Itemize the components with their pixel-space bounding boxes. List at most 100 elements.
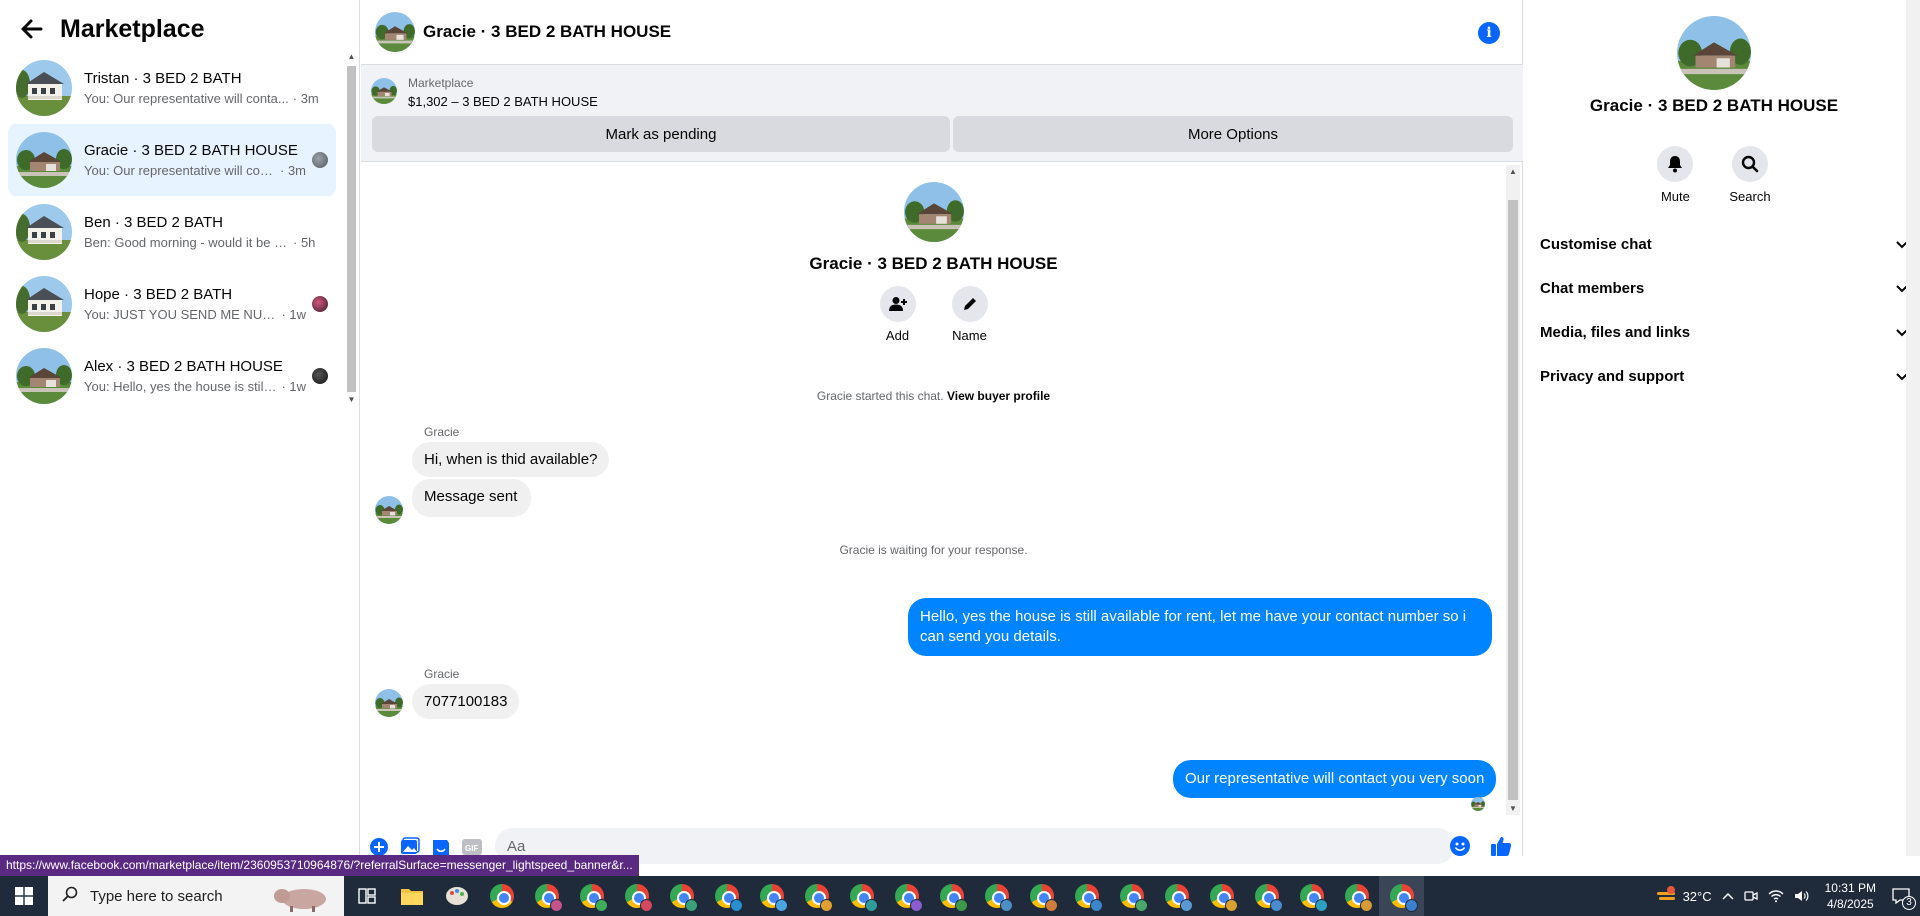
- scrollbar-thumb[interactable]: [347, 66, 356, 392]
- conversation-item[interactable]: Alex · 3 BED 2 BATH HOUSE You: Hello, ye…: [8, 340, 336, 412]
- chrome-profile-icon[interactable]: [659, 876, 704, 916]
- chrome-profile-icon[interactable]: [704, 876, 749, 916]
- scroll-down-arrow-icon[interactable]: ▼: [347, 395, 356, 404]
- weather-widget[interactable]: 32°C: [1650, 885, 1717, 907]
- paint-app-icon[interactable]: [434, 876, 479, 916]
- view-buyer-profile-link[interactable]: View buyer profile: [947, 389, 1050, 403]
- section-customise-chat[interactable]: Customise chat: [1540, 222, 1908, 266]
- chrome-profile-icon[interactable]: [884, 876, 929, 916]
- chrome-profile-icon[interactable]: [1334, 876, 1379, 916]
- conversation-time: · 1w: [281, 307, 306, 322]
- svg-text:GIF: GIF: [465, 844, 478, 853]
- details-sections: Customise chat Chat members Media, files…: [1540, 222, 1908, 398]
- conversation-sidebar: Marketplace Tristan · 3 BED 2 BATH You: …: [0, 0, 360, 856]
- scroll-down-arrow-icon[interactable]: ▼: [1508, 804, 1518, 813]
- gif-icon[interactable]: GIF: [462, 837, 482, 857]
- outgoing-message[interactable]: Our representative will contact you very…: [1173, 760, 1497, 798]
- chat-details-panel: Gracie · 3 BED 2 BATH HOUSE Mute Search …: [1524, 0, 1920, 856]
- chrome-profile-icon[interactable]: [1019, 876, 1064, 916]
- add-people-button[interactable]: Add: [879, 286, 916, 343]
- clock-time: 10:31 PM: [1824, 881, 1876, 895]
- listing-thumbnail: [16, 60, 72, 116]
- sticker-icon[interactable]: [431, 837, 451, 857]
- plus-circle-icon[interactable]: [369, 837, 389, 857]
- chrome-profile-icon[interactable]: [524, 876, 569, 916]
- scroll-up-arrow-icon[interactable]: ▲: [1508, 167, 1518, 176]
- section-media-files-links[interactable]: Media, files and links: [1540, 310, 1908, 354]
- chrome-profile-icon-active[interactable]: [1379, 876, 1424, 916]
- chrome-profile-icon[interactable]: [839, 876, 884, 916]
- volume-icon[interactable]: [1789, 889, 1815, 903]
- meet-now-icon[interactable]: [1739, 889, 1763, 903]
- search-label: Search: [1729, 189, 1771, 204]
- taskbar-clock[interactable]: 10:31 PM 4/8/2025: [1815, 880, 1886, 912]
- conversation-item[interactable]: Ben · 3 BED 2 BATH Ben: Good morning - w…: [8, 196, 336, 268]
- chrome-profile-icon[interactable]: [794, 876, 839, 916]
- chrome-profile-icon[interactable]: [974, 876, 1019, 916]
- taskbar-search[interactable]: Type here to search: [48, 876, 344, 916]
- notifications-icon[interactable]: 3: [1886, 888, 1920, 910]
- info-icon[interactable]: i: [1478, 22, 1500, 44]
- chevron-up-icon[interactable]: [1717, 892, 1739, 900]
- conversation-item[interactable]: Hope · 3 BED 2 BATH You: JUST YOU SEND M…: [8, 268, 336, 340]
- chrome-profile-icon[interactable]: [569, 876, 614, 916]
- thumbs-up-icon[interactable]: [1489, 834, 1513, 858]
- search-highlight-image: [274, 889, 326, 912]
- incoming-message[interactable]: Hi, when is thid available?: [412, 442, 610, 477]
- sender-avatar[interactable]: [375, 689, 403, 717]
- incoming-message[interactable]: 7077100183: [412, 684, 520, 719]
- add-person-icon: [879, 286, 916, 322]
- chrome-profile-icon[interactable]: [1154, 876, 1199, 916]
- listing-thumbnail[interactable]: [371, 78, 397, 104]
- more-options-button[interactable]: More Options: [953, 116, 1513, 152]
- read-receipt-avatar: [312, 296, 328, 312]
- chat-title[interactable]: Gracie · 3 BED 2 BATH HOUSE: [423, 22, 671, 42]
- incoming-message[interactable]: Message sent: [412, 479, 532, 517]
- started-text: Gracie started this chat.: [816, 389, 944, 403]
- message-input[interactable]: [495, 828, 1455, 864]
- sidebar-scrollbar[interactable]: ▲ ▼: [346, 52, 357, 408]
- chrome-profile-icon[interactable]: [1289, 876, 1334, 916]
- photo-icon[interactable]: [400, 837, 420, 857]
- section-chat-members[interactable]: Chat members: [1540, 266, 1908, 310]
- task-view-icon[interactable]: [344, 876, 389, 916]
- details-scrollbar[interactable]: [1906, 0, 1920, 856]
- chrome-profile-icon[interactable]: [1109, 876, 1154, 916]
- sender-name: Gracie: [424, 425, 460, 439]
- chrome-profile-icon[interactable]: [929, 876, 974, 916]
- scroll-up-arrow-icon[interactable]: ▲: [347, 52, 356, 61]
- chrome-profile-icon[interactable]: [1064, 876, 1109, 916]
- outgoing-message[interactable]: Hello, yes the house is still available …: [908, 598, 1492, 656]
- section-privacy-support[interactable]: Privacy and support: [1540, 354, 1908, 398]
- chrome-profile-icon[interactable]: [749, 876, 794, 916]
- chrome-profile-icon[interactable]: [1244, 876, 1289, 916]
- conversation-item-active[interactable]: Gracie · 3 BED 2 BATH HOUSE You: Our rep…: [8, 124, 336, 196]
- read-receipt-avatar: [312, 368, 328, 384]
- chrome-profile-icon[interactable]: [614, 876, 659, 916]
- listing-price-title[interactable]: $1,302 – 3 BED 2 BATH HOUSE: [408, 94, 598, 109]
- windows-start-icon[interactable]: [0, 876, 48, 916]
- chat-scrollbar[interactable]: ▲ ▼: [1506, 165, 1520, 815]
- conversation-item[interactable]: Tristan · 3 BED 2 BATH You: Our represen…: [8, 52, 336, 124]
- conversation-snippet: You: Hello, yes the house is still ...: [84, 379, 278, 394]
- wifi-icon[interactable]: [1763, 889, 1789, 903]
- chrome-icon[interactable]: [479, 876, 524, 916]
- mark-as-pending-button[interactable]: Mark as pending: [372, 116, 950, 152]
- details-profile-photo[interactable]: [1677, 16, 1751, 90]
- search-icon: [1731, 146, 1768, 182]
- conversation-snippet: You: Our representative will conta...: [84, 91, 289, 106]
- emoji-icon[interactable]: [1450, 836, 1470, 856]
- edit-name-button[interactable]: Name: [951, 286, 988, 343]
- mute-label: Mute: [1660, 189, 1690, 204]
- search-in-chat-button[interactable]: Search: [1729, 146, 1771, 204]
- file-explorer-icon[interactable]: [389, 876, 434, 916]
- chat-thumbnail[interactable]: [375, 12, 415, 52]
- chrome-profile-icon[interactable]: [1199, 876, 1244, 916]
- conversation-snippet: You: JUST YOU SEND ME NUM...: [84, 307, 278, 322]
- clock-date: 4/8/2025: [1826, 897, 1874, 911]
- sender-avatar[interactable]: [375, 496, 403, 524]
- scrollbar-thumb[interactable]: [1508, 200, 1518, 800]
- profile-photo[interactable]: [904, 182, 964, 242]
- back-arrow-icon[interactable]: [18, 15, 46, 43]
- mute-button[interactable]: Mute: [1657, 146, 1694, 204]
